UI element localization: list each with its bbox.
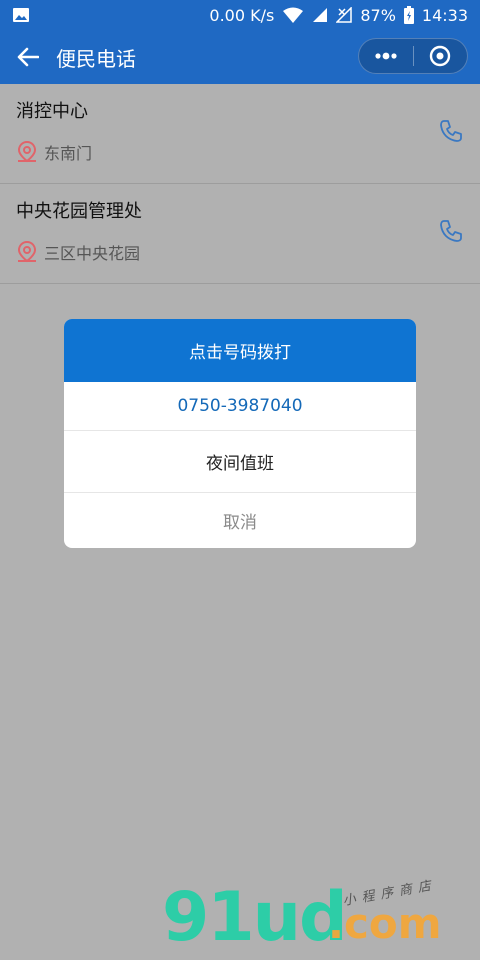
phone-icon[interactable] xyxy=(438,118,464,144)
battery-charging-icon xyxy=(403,6,414,24)
contact-location: 三区中央花园 xyxy=(16,240,464,264)
phone-icon[interactable] xyxy=(438,218,464,244)
nav-bar: 便民电话 xyxy=(0,30,480,84)
dialog-title: 点击号码拨打 xyxy=(64,319,416,382)
back-arrow-icon xyxy=(17,47,39,67)
location-pin-icon xyxy=(17,140,37,163)
contact-name: 消控中心 xyxy=(16,101,88,122)
call-action-sheet: 点击号码拨打 0750-3987040 夜间值班 取消 xyxy=(64,319,416,548)
contact-name: 中央花园管理处 xyxy=(16,201,142,222)
list-item[interactable]: 消控中心 东南门 xyxy=(0,84,480,184)
contact-location-text: 东南门 xyxy=(44,144,93,163)
watermark-main: 91ud xyxy=(162,878,348,957)
location-pin-icon xyxy=(17,240,37,263)
contact-list: 消控中心 东南门 中央花园管理处 三区中央花园 xyxy=(0,84,480,284)
signal-icon xyxy=(313,8,328,22)
watermark-logo: 小程序商店 91ud .com xyxy=(162,878,462,957)
phone-number-option[interactable]: 0750-3987040 xyxy=(64,382,416,431)
signal-no-sim-icon xyxy=(336,7,353,23)
status-bar: 0.00 K/s 87% 14:33 xyxy=(0,0,480,30)
page-title: 便民电话 xyxy=(56,46,136,71)
more-dots-icon xyxy=(375,52,397,60)
close-miniprogram-button[interactable] xyxy=(414,39,468,73)
contact-location-text: 三区中央花园 xyxy=(44,244,141,263)
more-button[interactable] xyxy=(359,39,413,73)
phone-label-option[interactable]: 夜间值班 xyxy=(64,431,416,493)
image-notification-icon xyxy=(13,8,29,22)
battery-percent: 87% xyxy=(360,5,396,25)
miniprogram-capsule xyxy=(358,38,468,74)
contact-location: 东南门 xyxy=(16,140,464,164)
cancel-button[interactable]: 取消 xyxy=(64,493,416,548)
wifi-icon xyxy=(283,7,304,23)
target-close-icon xyxy=(430,45,451,67)
network-speed: 0.00 K/s xyxy=(209,5,275,25)
back-button[interactable] xyxy=(0,30,56,84)
clock: 14:33 xyxy=(421,5,468,25)
watermark-domain: .com xyxy=(328,899,442,948)
list-item[interactable]: 中央花园管理处 三区中央花园 xyxy=(0,184,480,284)
